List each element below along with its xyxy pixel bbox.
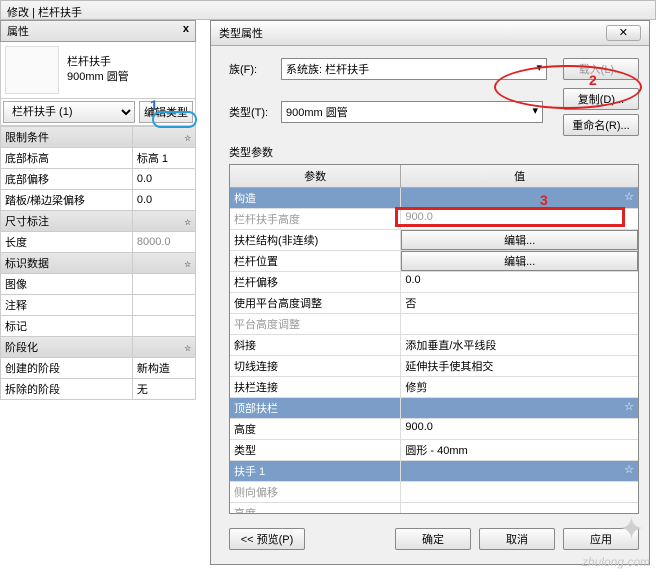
type-thumbnail [5,46,59,94]
type-combo[interactable]: 900mm 圆管 [281,101,543,123]
edit-baluster-structure-button[interactable]: 编辑... [401,230,638,250]
preview-button[interactable]: << 预览(P) [229,528,305,550]
family-combo[interactable]: 系统族: 栏杆扶手 [281,58,547,80]
prop-value[interactable] [132,316,195,337]
param-name: 使用平台高度调整 [230,293,401,313]
param-value[interactable]: 修剪 [401,377,638,397]
prop-value[interactable]: 新构造 [132,358,195,379]
collapse-icon[interactable]: ☆ [184,341,191,354]
collapse-icon[interactable]: ☆ [184,131,191,144]
collapse-icon[interactable]: ☆ [184,257,191,270]
prop-name: 底部偏移 [1,169,133,190]
prop-value[interactable]: 无 [132,379,195,400]
properties-panel: 属性 x 栏杆扶手 900mm 圆管 栏杆扶手 (1) 编辑类型 限制条件 ☆ 底… [0,20,196,400]
param-value [401,314,638,334]
cancel-button[interactable]: 取消 [479,528,555,550]
prop-name: 踏板/梯边梁偏移 [1,190,133,211]
param-value[interactable]: 圆形 - 40mm [401,440,638,460]
close-icon[interactable]: x [183,23,189,39]
type-properties-dialog: 类型属性 ✕ 族(F): 系统族: 栏杆扶手 载入(L)... 类型(T): 9… [210,20,650,565]
param-value[interactable]: 900.0 [401,419,638,439]
prop-name: 创建的阶段 [1,358,133,379]
type-family-label: 栏杆扶手 [67,55,129,70]
prop-value[interactable] [132,295,195,316]
type-params-grid: 参数 值 构造☆ 栏杆扶手高度900.0 扶栏结构(非连续)编辑... 栏杆位置… [229,164,639,514]
watermark-star-icon: ✦ [619,512,644,547]
param-name: 切线连接 [230,356,401,376]
param-value[interactable]: 延伸扶手使其相交 [401,356,638,376]
prop-name: 底部标高 [1,148,133,169]
param-name: 栏杆偏移 [230,272,401,292]
param-name: 栏杆扶手高度 [230,209,401,229]
edit-baluster-position-button[interactable]: 编辑... [401,251,638,271]
type-label: 类型(T): [229,104,281,120]
group-handrail-1[interactable]: 扶手 1 [230,461,401,481]
param-name: 高度 [230,419,401,439]
prop-value[interactable]: 标高 1 [132,148,195,169]
param-name: 扶栏连接 [230,377,401,397]
collapse-icon[interactable]: ☆ [184,215,191,228]
properties-title: 属性 [7,23,29,39]
param-name: 平台高度调整 [230,314,401,334]
prop-name: 注释 [1,295,133,316]
param-value[interactable]: 否 [401,293,638,313]
group-construction[interactable]: 构造 [230,188,401,208]
prop-name: 图像 [1,274,133,295]
group-top-rail[interactable]: 顶部扶栏 [230,398,401,418]
prop-value[interactable]: 0.0 [132,190,195,211]
prop-value[interactable] [132,274,195,295]
param-value[interactable]: 0.0 [401,272,638,292]
group-identity[interactable]: 标识数据 [1,253,133,274]
properties-header: 属性 x [0,20,196,42]
col-value: 值 [401,165,638,187]
annotation-marker-3: 3 [540,192,548,208]
duplicate-button[interactable]: 复制(D)... [563,88,639,110]
param-name: 类型 [230,440,401,460]
annotation-marker-2: 2 [589,72,597,88]
param-value[interactable]: 添加垂直/水平线段 [401,335,638,355]
title-bar: 修改 | 栏杆扶手 [0,0,656,20]
group-phasing[interactable]: 阶段化 [1,337,133,358]
edit-type-button[interactable]: 编辑类型 [139,101,193,123]
collapse-icon[interactable]: ☆ [401,398,638,418]
rename-button[interactable]: 重命名(R)... [563,114,639,136]
prop-name: 长度 [1,232,133,253]
instance-selector[interactable]: 栏杆扶手 (1) [3,101,135,123]
properties-table: 限制条件 ☆ 底部标高标高 1 底部偏移0.0 踏板/梯边梁偏移0.0 尺寸标注 ☆… [0,126,196,400]
param-name: 侧向偏移 [230,482,401,502]
param-name: 高度 [230,503,401,514]
param-value [401,482,638,502]
annotation-marker-1: 1 [150,97,158,113]
prop-name: 标记 [1,316,133,337]
collapse-icon[interactable]: ☆ [401,188,638,208]
group-dims[interactable]: 尺寸标注 [1,211,133,232]
type-params-label: 类型参数 [229,144,639,160]
prop-value[interactable]: 0.0 [132,169,195,190]
dialog-title: 类型属性 [219,25,263,41]
param-value: 900.0 [401,209,638,229]
prop-value: 8000.0 [132,232,195,253]
param-name: 扶栏结构(非连续) [230,230,401,250]
param-value [401,503,638,514]
type-selector[interactable]: 栏杆扶手 900mm 圆管 [0,42,196,99]
ok-button[interactable]: 确定 [395,528,471,550]
type-name-label: 900mm 圆管 [67,70,129,85]
col-param: 参数 [230,165,401,187]
watermark-text: zhulong.com [582,555,650,569]
param-name: 栏杆位置 [230,251,401,271]
prop-name: 拆除的阶段 [1,379,133,400]
group-constraints[interactable]: 限制条件 [1,127,133,148]
collapse-icon[interactable]: ☆ [401,461,638,481]
param-name: 斜接 [230,335,401,355]
load-button[interactable]: 载入(L)... [563,58,639,80]
family-label: 族(F): [229,61,281,77]
dialog-close-button[interactable]: ✕ [606,25,641,41]
